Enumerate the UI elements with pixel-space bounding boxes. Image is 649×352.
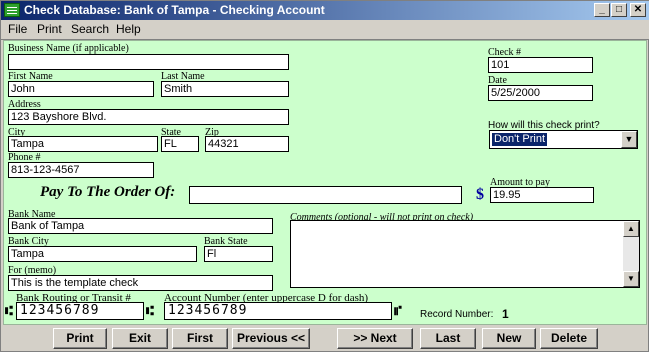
business-name-label: Business Name (if applicable) (8, 43, 129, 54)
state-field[interactable]: FL (161, 136, 199, 152)
next-button[interactable]: >> Next (337, 328, 413, 349)
last-button[interactable]: Last (420, 328, 476, 349)
app-icon[interactable] (4, 3, 20, 17)
menu-help[interactable]: Help (116, 22, 141, 36)
menu-bar: File Print Search Help (1, 20, 649, 40)
routing-field[interactable]: 123456789 (16, 302, 144, 320)
record-number-label: Record Number: (420, 309, 494, 320)
print-option-select[interactable]: Don't Print ▼ (489, 130, 638, 149)
new-button[interactable]: New (482, 328, 536, 349)
check-form-panel: Business Name (if applicable) First Name… (3, 40, 647, 325)
last-name-field[interactable]: Smith (161, 81, 289, 97)
first-name-field[interactable]: John (8, 81, 154, 97)
address-field[interactable]: 123 Bayshore Blvd. (8, 109, 289, 125)
print-option-value: Don't Print (492, 133, 548, 146)
pay-to-label: Pay To The Order Of: (40, 184, 176, 200)
memo-field[interactable]: This is the template check (8, 275, 273, 291)
exit-button[interactable]: Exit (112, 328, 168, 349)
record-number-value: 1 (502, 307, 509, 321)
menu-print[interactable]: Print (37, 22, 62, 36)
bank-state-field[interactable]: Fl (204, 246, 273, 262)
business-name-field[interactable] (8, 54, 289, 70)
city-field[interactable]: Tampa (8, 136, 158, 152)
scroll-down-icon[interactable]: ▼ (623, 271, 639, 287)
date-field[interactable]: 5/25/2000 (488, 85, 593, 101)
close-button[interactable]: ✕ (630, 3, 646, 17)
transit-symbol-icon: ⑆ (5, 304, 13, 319)
zip-field[interactable]: 44321 (205, 136, 289, 152)
amount-field[interactable]: 19.95 (490, 187, 594, 203)
account-field[interactable]: 123456789 (164, 302, 392, 320)
chevron-down-icon[interactable]: ▼ (621, 131, 637, 148)
print-button[interactable]: Print (53, 328, 107, 349)
title-bar[interactable]: Check Database: Bank of Tampa - Checking… (1, 1, 649, 20)
window-title: Check Database: Bank of Tampa - Checking… (24, 3, 325, 17)
previous-button[interactable]: Previous << (232, 328, 310, 349)
menu-file[interactable]: File (8, 22, 27, 36)
minimize-button[interactable]: _ (594, 3, 610, 17)
comments-scrollbar[interactable]: ▲ ▼ (623, 221, 639, 287)
first-button[interactable]: First (172, 328, 228, 349)
app-window: Check Database: Bank of Tampa - Checking… (0, 0, 649, 352)
phone-field[interactable]: 813-123-4567 (8, 162, 154, 178)
transit-symbol-right-icon: ⑆ (146, 304, 154, 319)
scroll-up-icon[interactable]: ▲ (623, 221, 639, 237)
pay-to-field[interactable] (189, 186, 462, 204)
delete-button[interactable]: Delete (540, 328, 598, 349)
dollar-sign: $ (476, 186, 484, 203)
check-number-field[interactable]: 101 (488, 57, 593, 73)
bank-name-field[interactable]: Bank of Tampa (8, 218, 273, 234)
comments-textarea[interactable]: ▲ ▼ (290, 220, 640, 288)
menu-search[interactable]: Search (71, 22, 109, 36)
onus-symbol-icon: ⑈ (394, 304, 402, 319)
bank-city-field[interactable]: Tampa (8, 246, 197, 262)
maximize-button[interactable]: □ (611, 3, 627, 17)
